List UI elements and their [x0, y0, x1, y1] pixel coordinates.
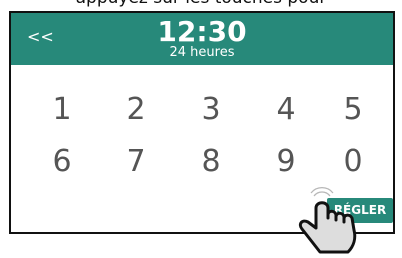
- digit-key-6[interactable]: 6: [42, 145, 82, 179]
- digit-key-8[interactable]: 8: [191, 145, 231, 179]
- time-display: 12:30: [157, 15, 247, 48]
- digit-key-2[interactable]: 2: [116, 93, 156, 127]
- digit-key-7[interactable]: 7: [116, 145, 156, 179]
- digit-key-3[interactable]: 3: [191, 93, 231, 127]
- digit-key-1[interactable]: 1: [42, 93, 82, 127]
- time-format-label: 24 heures: [169, 45, 235, 60]
- digit-key-0[interactable]: 0: [333, 145, 373, 179]
- digit-key-9[interactable]: 9: [266, 145, 306, 179]
- hand-pointer-icon: [298, 187, 357, 254]
- instruction-caption: appuyez sur les touches pour: [0, 0, 402, 8]
- digit-key-4[interactable]: 4: [266, 93, 306, 127]
- time-header: << 12:30 24 heures: [11, 13, 393, 65]
- digit-key-5[interactable]: 5: [333, 93, 373, 127]
